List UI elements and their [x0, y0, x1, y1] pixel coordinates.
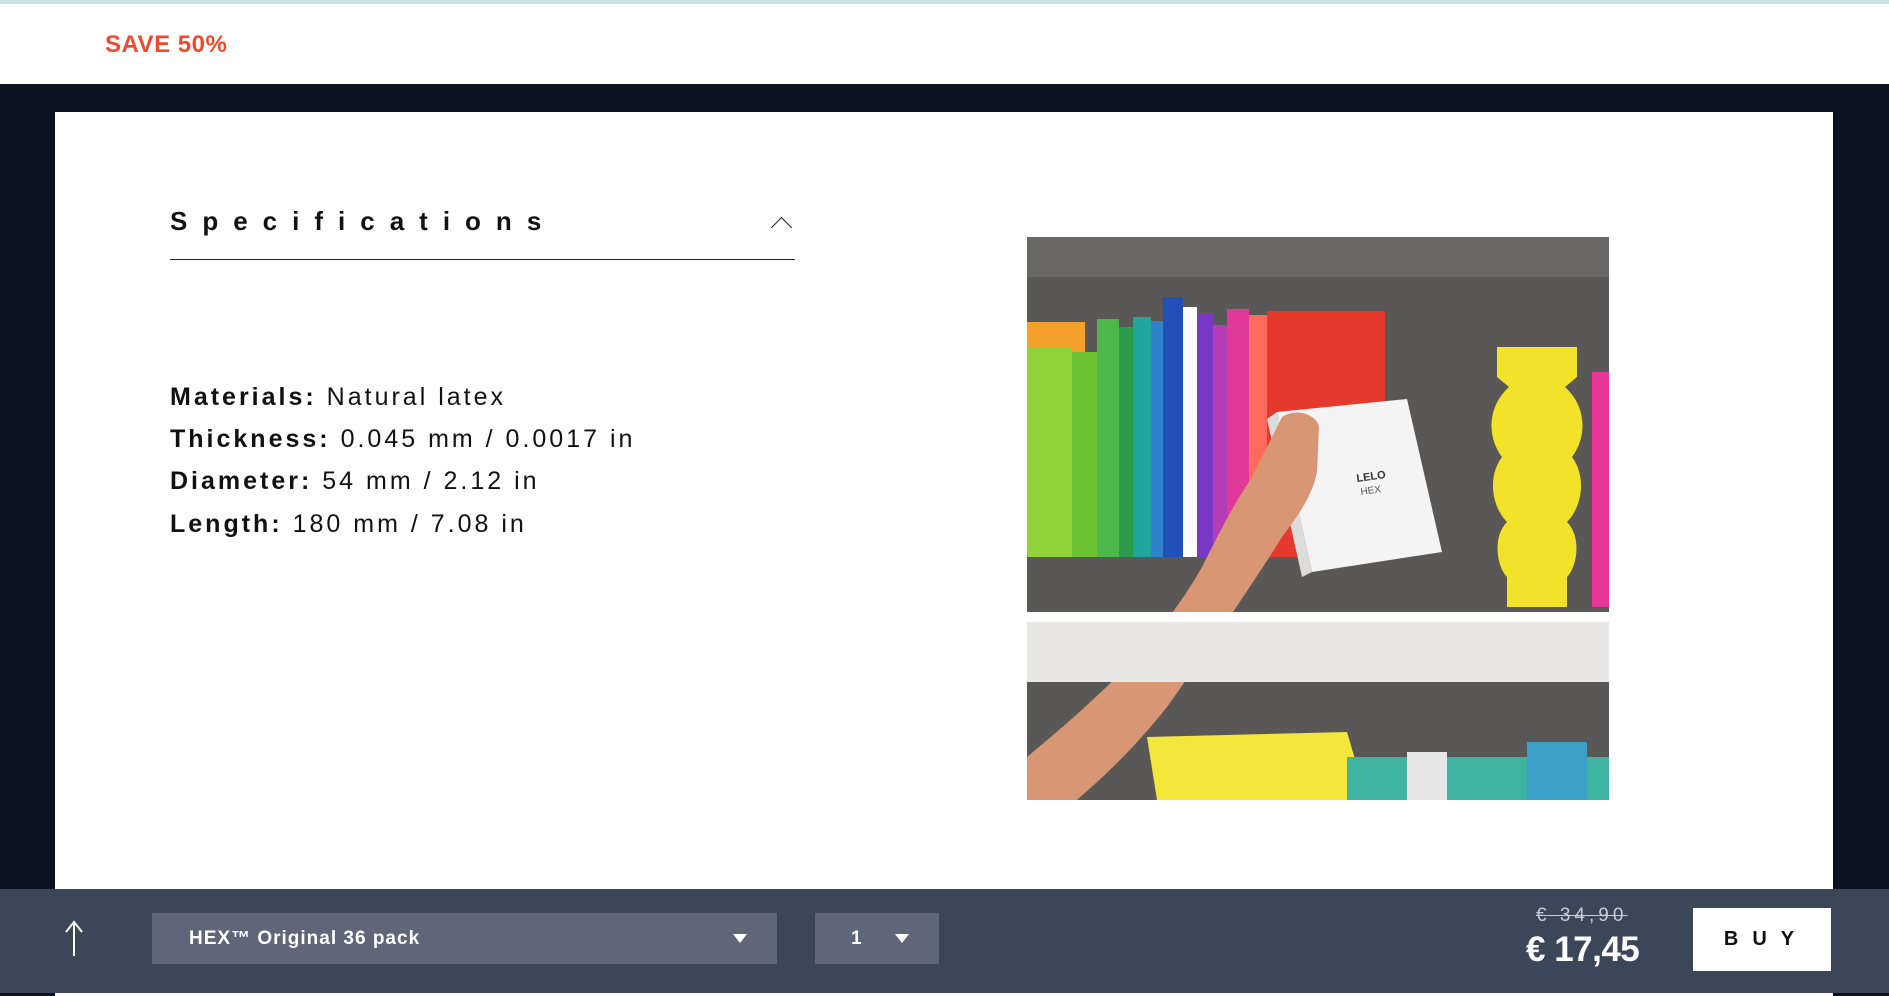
quantity-select[interactable]: 1	[815, 913, 939, 964]
chevron-up-icon[interactable]	[770, 216, 793, 238]
chevron-down-icon	[733, 934, 747, 943]
bookshelf-illustration: LELO HEX	[1027, 237, 1609, 800]
spec-row-materials: Materials: Natural latex	[170, 383, 506, 412]
chevron-down-icon	[895, 934, 909, 943]
spec-value: Natural latex	[326, 383, 507, 411]
variant-select-value: HEX™ Original 36 pack	[189, 927, 421, 949]
spec-value: 0.045 mm / 0.0017 in	[340, 425, 636, 453]
sale-price: € 17,45	[1526, 930, 1640, 969]
variant-select[interactable]: HEX™ Original 36 pack	[152, 913, 777, 964]
original-price: € 34,90	[1536, 905, 1628, 926]
promo-text: SAVE 50%	[105, 31, 228, 58]
spec-row-diameter: Diameter: 54 mm / 2.12 in	[170, 467, 540, 496]
promo-bar: SAVE 50%	[0, 4, 1889, 84]
spec-value: 54 mm / 2.12 in	[322, 467, 540, 495]
spec-key: Materials:	[170, 383, 317, 411]
spec-row-length: Length: 180 mm / 7.08 in	[170, 510, 527, 539]
spec-value: 180 mm / 7.08 in	[292, 510, 527, 538]
spec-key: Diameter:	[170, 467, 313, 495]
specifications-title: Specifications	[170, 205, 557, 236]
spec-row-thickness: Thickness: 0.045 mm / 0.0017 in	[170, 425, 635, 454]
buy-button[interactable]: BUY	[1693, 908, 1831, 971]
specifications-accordion-header[interactable]: Specifications	[170, 189, 795, 260]
quantity-select-value: 1	[851, 927, 862, 949]
spec-key: Length:	[170, 510, 283, 538]
product-photo: LELO HEX	[1027, 237, 1609, 800]
scroll-up-arrow-icon[interactable]	[60, 918, 88, 958]
spec-key: Thickness:	[170, 425, 331, 453]
